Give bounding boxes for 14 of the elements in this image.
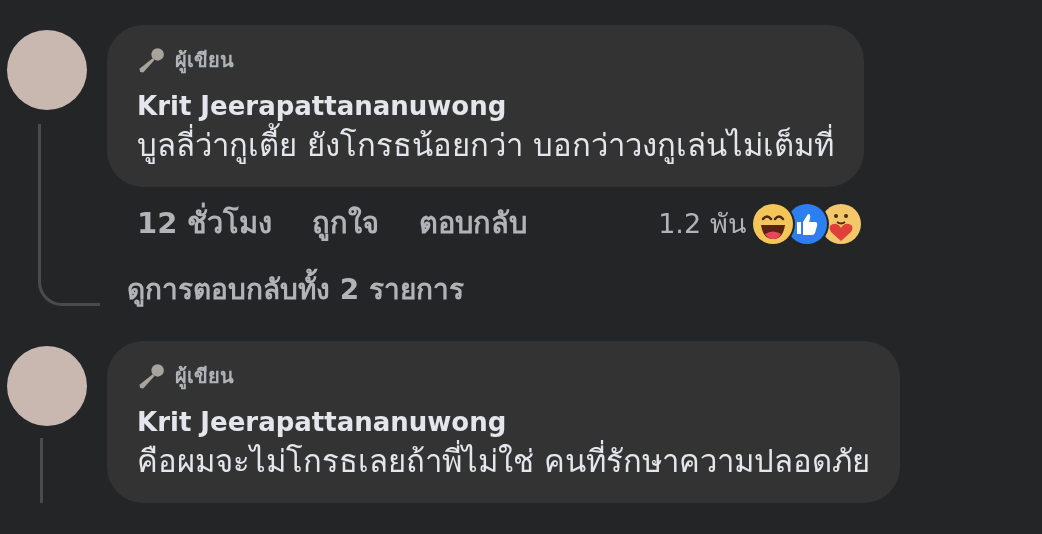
action-link[interactable]: ตอบกลับ (419, 202, 528, 246)
author-label: ผู้เขียน (175, 363, 234, 391)
reaction-count[interactable]: 1.2 พัน (598, 203, 746, 245)
author-name[interactable]: Krit Jeerapattananuwong (137, 89, 834, 123)
comment-text: บูลลี่ว่ากูเตี้ย ยังโกรธน้อยกว่า บอกว่าวงกูเล่นไม่เต็มที่ (137, 123, 834, 167)
author-label: ผู้เขียน (175, 47, 234, 75)
author-name[interactable]: Krit Jeerapattananuwong (137, 405, 870, 439)
thread-line (40, 438, 43, 503)
view-replies-link[interactable]: ดูการตอบกลับทั้ง 2 รายการ (127, 269, 464, 311)
microphone-icon (137, 45, 167, 75)
action-link[interactable]: ถูกใจ (312, 202, 380, 246)
microphone-icon (137, 361, 167, 391)
timestamp[interactable]: 12 ชั่วโมง (137, 202, 273, 246)
comment-text: คือผมจะไม่โกรธเลยถ้าพี่ไม่ใช่ คนที่รักษาความปลอดภัย (137, 439, 870, 483)
